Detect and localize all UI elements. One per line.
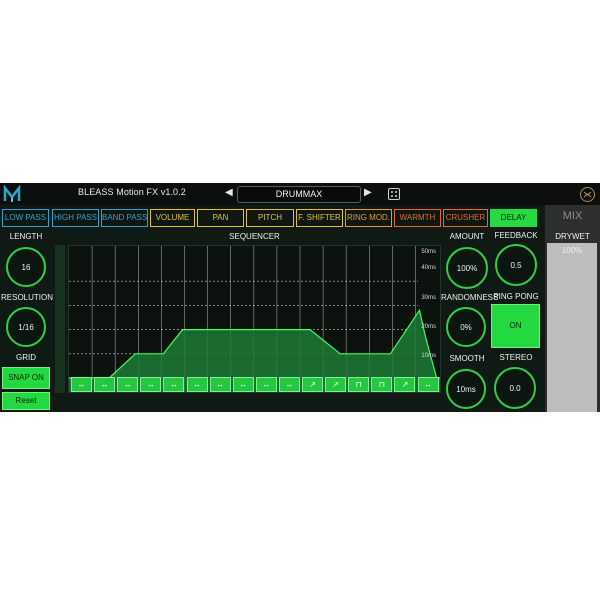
pingpong-toggle[interactable]: ON [491,304,540,348]
tab-f-shifter[interactable]: F. SHIFTER [296,209,343,227]
step-shape-button[interactable]: ↔ [278,377,300,392]
step-shape-button[interactable]: ↗ [394,377,416,392]
tab-high-pass[interactable]: HIGH PASS [52,209,99,227]
step-shape-button[interactable]: ↔ [232,377,254,392]
drywet-slider-track[interactable]: 100% [547,243,597,412]
amount-knob[interactable]: 100% [446,247,488,289]
sequencer-curve[interactable] [69,246,440,392]
tab-volume[interactable]: VOLUME [150,209,195,227]
step-shape-button[interactable]: ↔ [140,377,162,392]
step-shape-button[interactable]: ↔ [163,377,185,392]
scale-label-40ms: 40ms [421,265,436,271]
randomize-dice-icon[interactable] [388,188,400,200]
step-shape-button[interactable]: ↔ [417,377,439,392]
step-shape-row: ↔ ↔ ↔ ↔ ↔ ↔ ↔ ↔ ↔ ↔ ↗ ↗ ⊓ ⊓ ↗ ↔ [70,377,440,392]
tab-delay[interactable]: DELAY [490,209,537,227]
scale-label-30ms: 30ms [421,295,436,301]
smooth-knob[interactable]: 10ms [446,369,486,409]
step-shape-button[interactable]: ⊓ [348,377,370,392]
tab-pitch[interactable]: PITCH [246,209,294,227]
scale-label-50ms: 50ms [421,249,436,255]
plugin-title: BLEASS Motion FX v1.0.2 [78,187,186,197]
bleass-menu-icon[interactable] [580,187,595,202]
mix-panel: MIX DRYWET 100% [545,205,600,412]
pingpong-label: PING PONG [493,292,539,301]
feedback-label: FEEDBACK [494,231,538,240]
step-shape-button[interactable]: ⊓ [371,377,393,392]
step-shape-button[interactable]: ↔ [117,377,139,392]
tab-ring-mod[interactable]: RING MOD. [345,209,392,227]
randomness-knob[interactable]: 0% [446,307,486,347]
sequencer-side-strip [55,245,65,393]
stereo-knob[interactable]: 0.0 [494,367,536,409]
scale-label-10ms: 10ms [421,353,436,359]
smooth-label: SMOOTH [449,354,485,363]
step-shape-button[interactable]: ↔ [94,377,116,392]
amount-label: AMOUNT [449,232,485,241]
sequencer-title: SEQUENCER [229,232,280,241]
motion-fx-plugin: BLEASS Motion FX v1.0.2 ◀ DRUMMAX ▶ LOW … [0,183,600,412]
snap-toggle-button[interactable]: SNAP ON [2,367,50,389]
tab-warmth[interactable]: WARMTH [394,209,441,227]
drywet-slider-fill[interactable] [547,243,597,412]
randomness-label: RANDOMNESS [441,293,499,302]
header-bar: BLEASS Motion FX v1.0.2 ◀ DRUMMAX ▶ [0,183,600,205]
tab-crusher[interactable]: CRUSHER [443,209,488,227]
sequencer-grid[interactable]: 50ms 40ms 30ms 20ms 10ms 0ms ↔↔↔↔↔↔↔↔↔↔↗… [68,245,441,393]
tab-band-pass[interactable]: BAND PASS [101,209,148,227]
feedback-knob[interactable]: 0.5 [495,244,537,286]
step-shape-button[interactable]: ↔ [209,377,231,392]
step-shape-button[interactable]: ↔ [255,377,277,392]
drywet-value: 100% [561,246,583,255]
tab-low-pass[interactable]: LOW PASS [2,209,49,227]
drywet-label: DRYWET [555,232,590,241]
step-shape-button[interactable]: ↔ [186,377,208,392]
grid-label: GRID [16,353,36,362]
resolution-label: RESOLUTION [1,293,54,302]
scale-label-20ms: 20ms [421,324,436,330]
step-shape-button[interactable]: ↗ [302,377,324,392]
step-shape-button[interactable]: ↔ [71,377,93,392]
next-preset-arrow[interactable]: ▶ [364,188,372,198]
length-label: LENGTH [9,232,43,241]
step-shape-button[interactable]: ↗ [325,377,347,392]
mix-title: MIX [562,210,583,222]
resolution-knob[interactable]: 1/16 [6,307,46,347]
tab-pan[interactable]: PAN [197,209,244,227]
prev-preset-arrow[interactable]: ◀ [225,188,233,198]
bleass-logo-icon [3,185,21,202]
preset-selector[interactable]: DRUMMAX [237,186,361,203]
length-knob[interactable]: 16 [6,247,46,287]
reset-button[interactable]: Reset [2,392,50,410]
stereo-label: STEREO [499,353,533,362]
